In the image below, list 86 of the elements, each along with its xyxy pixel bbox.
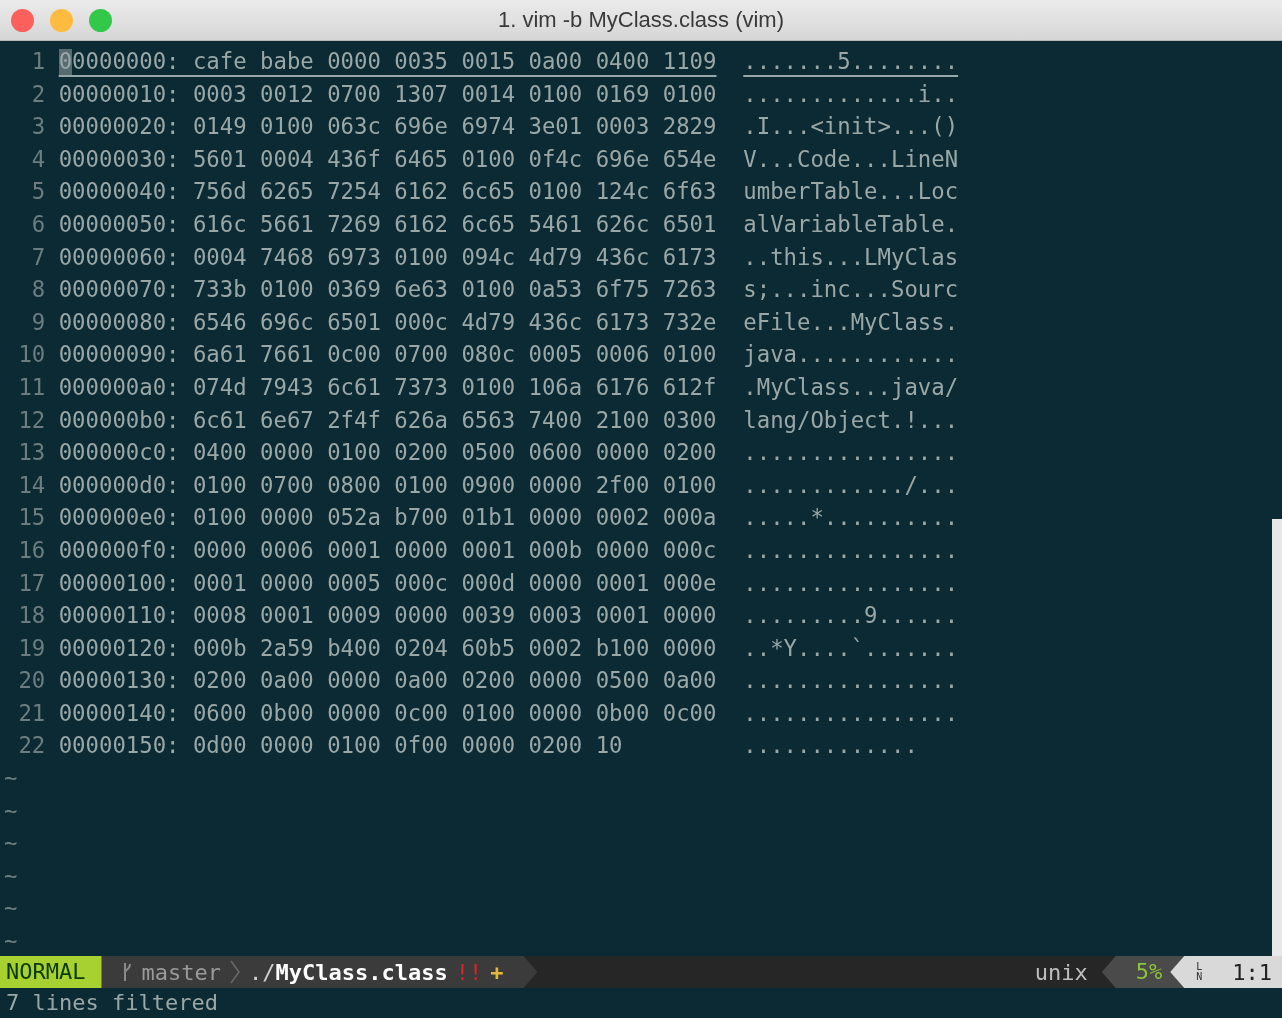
hex-text: 00000130: 0200 0a00 0000 0a00 0200 0000 0500 0a00 — [58, 666, 717, 696]
line-number: 22 — [17, 731, 46, 761]
ascii-text: ..*Y....`....... — [743, 633, 959, 663]
line-number: 16 — [17, 535, 46, 565]
line-number: 2 — [30, 79, 46, 109]
separator-icon — [228, 960, 241, 984]
line-number: 7 — [30, 242, 46, 272]
scrollbar[interactable] — [1272, 519, 1282, 956]
hex-text: 000000f0: 0000 0006 0001 0000 0001 000b 0000 000c — [58, 535, 717, 565]
hex-text: 00000070: 733b 0100 0369 6e63 0100 0a53 6f75 7263 — [58, 275, 717, 305]
ascii-text: eFile...MyClass. — [743, 307, 959, 337]
hex-text: 00000010: 0003 0012 0700 1307 0014 0100 0169 0100 — [58, 79, 717, 109]
line-number: 9 — [30, 307, 46, 337]
hex-text: 00000090: 6a61 7661 0c00 0700 080c 0005 0006 0100 — [58, 340, 717, 370]
line-number: 13 — [17, 438, 46, 468]
line-number: 10 — [17, 340, 46, 370]
empty-line-marker: ~ — [3, 861, 18, 891]
ascii-text: ................ — [743, 438, 959, 468]
empty-line-marker: ~ — [3, 894, 18, 924]
hex-text: 00000150: 0d00 0000 0100 0f00 0000 0200 10 — [58, 731, 624, 761]
line-number: 11 — [17, 372, 46, 402]
hex-text: 000000c0: 0400 0000 0100 0200 0500 0600 0000 0200 — [58, 438, 717, 468]
empty-line-marker: ~ — [3, 829, 18, 859]
hex-text: 00000080: 6546 696c 6501 000c 4d79 436c 6173 732e — [58, 307, 717, 337]
ascii-text: ................ — [743, 666, 959, 696]
hex-text: 00000040: 756d 6265 7254 6162 6c65 0100 124c 6f63 — [58, 177, 717, 207]
line-number: 18 — [17, 601, 46, 631]
line-number: 17 — [17, 568, 46, 598]
line-number: 6 — [30, 209, 46, 239]
line-number: 3 — [30, 112, 46, 142]
zoom-button[interactable] — [89, 8, 112, 32]
file-format: unix — [1034, 959, 1088, 985]
ascii-text: .MyClass...java/ — [743, 372, 959, 402]
empty-line-marker: ~ — [3, 927, 18, 957]
ascii-text: java............ — [743, 340, 959, 370]
ascii-text: alVariableTable. — [743, 209, 959, 239]
line-number: 21 — [17, 698, 46, 728]
line-number: 20 — [17, 666, 46, 696]
hex-text: 00000030: 5601 0004 436f 6465 0100 0f4c 696e 654e — [58, 144, 717, 174]
ascii-text: .......5........ — [743, 47, 959, 76]
ascii-text: .........9...... — [743, 601, 959, 631]
ascii-text: lang/Object.!... — [743, 405, 959, 435]
message-text: 7 lines filtered — [6, 990, 218, 1015]
hex-text: 000000b0: 6c61 6e67 2f4f 626a 6563 7400 2100 0300 — [58, 405, 717, 435]
ascii-text: ................ — [743, 698, 959, 728]
ascii-text: ................ — [743, 568, 959, 598]
branch-name: master — [141, 959, 221, 985]
file-name: ./MyClass.class — [248, 959, 448, 985]
hex-text: 00000140: 0600 0b00 0000 0c00 0100 0000 0b00 0c00 — [58, 698, 717, 728]
hex-text: 00000060: 0004 7468 6973 0100 094c 4d79 436c 6173 — [58, 242, 717, 272]
line-symbol: LN — [1196, 962, 1203, 982]
hex-text: 000000e0: 0100 0000 052a b700 01b1 0000 0002 000a — [58, 503, 717, 533]
line-number: 12 — [17, 405, 46, 435]
hex-text: 00000120: 000b 2a59 b400 0204 60b5 0002 b100 0000 — [58, 633, 717, 663]
window-title: 1. vim -b MyClass.class (vim) — [497, 7, 785, 33]
modified-label: + — [490, 959, 504, 985]
ascii-text: s;...inc...Sourc — [743, 275, 959, 305]
line-number: 5 — [30, 177, 46, 207]
hex-text: 00000050: 616c 5661 7269 6162 6c65 5461 626c 6501 — [58, 209, 717, 239]
hex-text: 00000100: 0001 0000 0005 000c 000d 0000 0001 000e — [58, 568, 717, 598]
line-number: 1 — [30, 47, 46, 76]
line-number: 4 — [30, 144, 46, 174]
line-number: 19 — [17, 633, 46, 663]
ascii-text: umberTable...Loc — [743, 177, 959, 207]
branch-icon — [121, 961, 134, 983]
hex-text: 00000020: 0149 0100 063c 696e 6974 3e01 0003 2829 — [58, 112, 717, 142]
hex-text: 000000d0: 0100 0700 0800 0100 0900 0000 2f00 0100 — [58, 470, 717, 500]
line-number: 8 — [30, 275, 46, 305]
line-number: 14 — [17, 470, 46, 500]
ascii-text: ..this...LMyClas — [743, 242, 959, 272]
line-number: 15 — [17, 503, 46, 533]
ascii-text: .....*.......... — [743, 503, 959, 533]
ascii-text: .I...<init>...() — [743, 112, 959, 142]
empty-line-marker: ~ — [3, 764, 18, 794]
hex-text: 000000a0: 074d 7943 6c61 7373 0100 106a 6176 612f — [58, 372, 717, 402]
ascii-text: .............i.. — [743, 79, 959, 109]
empty-line-marker: ~ — [3, 796, 18, 826]
readonly-label: !! — [455, 959, 483, 985]
ascii-text: ................ — [743, 535, 959, 565]
ascii-text: V...Code...LineN — [743, 144, 959, 174]
close-button[interactable] — [11, 8, 34, 32]
cursor-position: 1:1 — [1232, 959, 1272, 985]
minimize-button[interactable] — [50, 8, 73, 32]
ascii-text: ............. — [743, 731, 918, 761]
hex-text: 00000110: 0008 0001 0009 0000 0039 0003 0001 0000 — [58, 601, 717, 631]
ascii-text: ............/... — [743, 470, 959, 500]
